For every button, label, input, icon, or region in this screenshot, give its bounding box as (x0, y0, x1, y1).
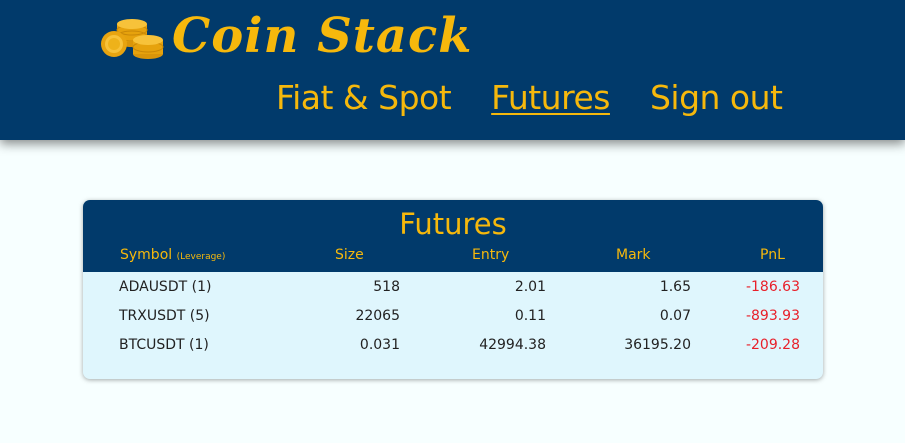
cell-mark: 1.65 (659, 279, 691, 295)
main-nav: Fiat & Spot Futures Sign out (276, 76, 783, 120)
cell-pnl: -186.63 (745, 279, 800, 295)
table-row[interactable]: TRXUSDT (5) 22065 0.11 0.07 -893.93 (83, 305, 823, 334)
nav-futures-link[interactable]: Futures (491, 76, 610, 120)
brand-name: Coin Stack (172, 8, 473, 64)
table-row[interactable]: ADAUSDT (1) 518 2.01 1.65 -186.63 (83, 276, 823, 305)
cell-symbol: TRXUSDT (5) (119, 308, 210, 324)
cell-entry: 0.11 (514, 308, 546, 324)
column-header-pnl: PnL (760, 247, 785, 263)
brand-logo[interactable]: Coin Stack (98, 6, 472, 66)
cell-pnl: -209.28 (745, 337, 800, 353)
cell-size: 518 (373, 279, 400, 295)
cell-pnl: -893.93 (745, 308, 800, 324)
column-header-mark: Mark (616, 247, 651, 263)
futures-panel: Futures Symbol (Leverage) Size Entry Mar… (83, 200, 823, 379)
column-header-symbol: Symbol (Leverage) (120, 244, 225, 268)
column-header-size: Size (335, 247, 364, 263)
cell-symbol: BTCUSDT (1) (119, 337, 209, 353)
cell-mark: 0.07 (659, 308, 691, 324)
cell-mark: 36195.20 (624, 337, 691, 353)
futures-panel-header: Futures Symbol (Leverage) Size Entry Mar… (83, 200, 823, 272)
cell-symbol: ADAUSDT (1) (119, 279, 212, 295)
cell-size: 22065 (355, 308, 400, 324)
cell-entry: 42994.38 (479, 337, 546, 353)
cell-size: 0.031 (359, 337, 400, 353)
positions-table-body: ADAUSDT (1) 518 2.01 1.65 -186.63 TRXUSD… (83, 276, 823, 363)
cell-entry: 2.01 (514, 279, 546, 295)
coin-stack-icon (101, 19, 164, 59)
nav-fiat-spot-link[interactable]: Fiat & Spot (276, 76, 452, 120)
panel-title: Futures (399, 207, 507, 241)
table-row[interactable]: BTCUSDT (1) 0.031 42994.38 36195.20 -209… (83, 334, 823, 363)
leverage-header-label: (Leverage) (176, 252, 226, 262)
app-header: Coin Stack Fiat & Spot Futures Sign out (0, 0, 905, 140)
column-header-entry: Entry (472, 247, 510, 263)
symbol-header-label: Symbol (120, 247, 173, 263)
nav-sign-out-link[interactable]: Sign out (650, 76, 783, 120)
